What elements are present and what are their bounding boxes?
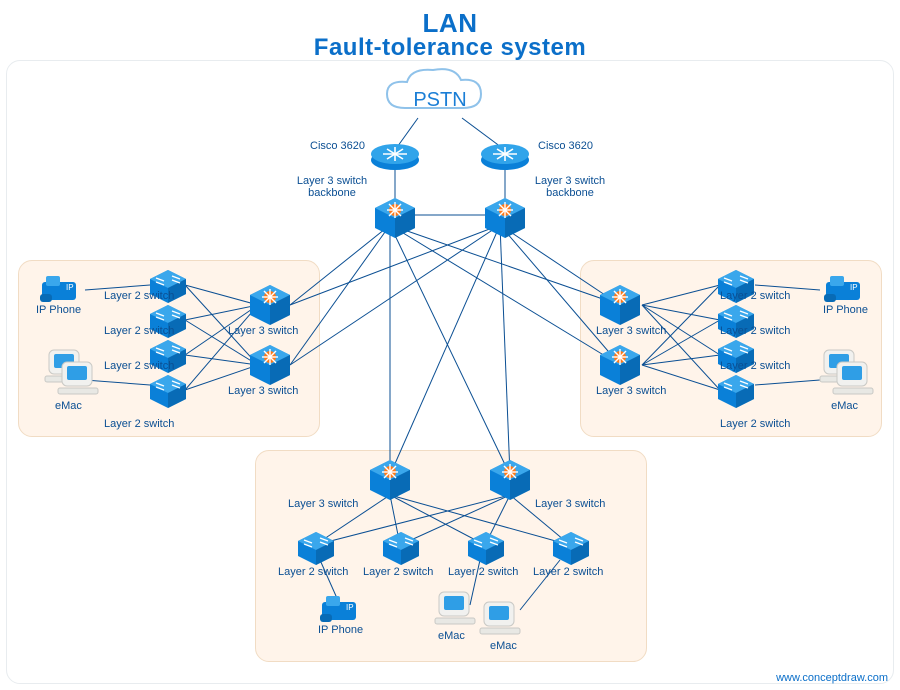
router-2-icon [481, 144, 529, 170]
bottom-l3-1-icon [370, 460, 410, 500]
router-2-label: Cisco 3620 [538, 140, 593, 152]
left-emac-label: eMac [55, 400, 82, 412]
bottom-l2-1-label: Layer 2 switch [278, 566, 348, 578]
bottom-l2-2-icon [383, 532, 419, 565]
router-1-label: Cisco 3620 [310, 140, 365, 152]
bottom-l2-2-label: Layer 2 switch [363, 566, 433, 578]
bottom-l2-3-icon [468, 532, 504, 565]
backbone-2-label: Layer 3 switchbackbone [530, 175, 610, 199]
right-l2-4-icon [718, 375, 754, 408]
bottom-emac2-icon [480, 602, 520, 634]
backbone-1-label: Layer 3 switchbackbone [292, 175, 372, 199]
network-svg: IP [0, 0, 900, 690]
left-l3-2-icon [250, 345, 290, 385]
right-emac-icon-2 [833, 362, 873, 394]
left-ipphone-icon [40, 276, 76, 302]
backbone-l3-2-icon [485, 198, 525, 238]
bottom-l2-3-label: Layer 2 switch [448, 566, 518, 578]
bottom-ipphone-label: IP Phone [318, 624, 363, 636]
right-l3-2-label: Layer 3 switch [596, 385, 666, 397]
left-l2-2-label: Layer 2 switch [104, 325, 174, 337]
right-emac-label: eMac [831, 400, 858, 412]
left-l2-4-label: Layer 2 switch [104, 418, 174, 430]
bottom-ipphone-icon [320, 596, 356, 622]
left-l3-2-label: Layer 3 switch [228, 385, 298, 397]
right-l2-2-label: Layer 2 switch [720, 325, 790, 337]
left-l3-1-icon [250, 285, 290, 325]
router-1-icon [371, 144, 419, 170]
right-l3-1-label: Layer 3 switch [596, 325, 666, 337]
left-l2-1-label: Layer 2 switch [104, 290, 174, 302]
bottom-emac1-icon [435, 592, 475, 624]
right-l2-4-label: Layer 2 switch [720, 418, 790, 430]
right-l2-1-label: Layer 2 switch [720, 290, 790, 302]
left-ipphone-label: IP Phone [36, 304, 81, 316]
left-emac-icon-2 [58, 362, 98, 394]
bottom-l2-4-label: Layer 2 switch [533, 566, 603, 578]
right-l3-1-icon [600, 285, 640, 325]
pstn-label: PSTN [413, 89, 466, 111]
bottom-emac2-label: eMac [490, 640, 517, 652]
bottom-l2-4-icon [553, 532, 589, 565]
left-l2-3-label: Layer 2 switch [104, 360, 174, 372]
right-l2-3-label: Layer 2 switch [720, 360, 790, 372]
bottom-l2-1-icon [298, 532, 334, 565]
bottom-l3-1-label: Layer 3 switch [288, 498, 358, 510]
left-l3-1-label: Layer 3 switch [228, 325, 298, 337]
bottom-emac1-label: eMac [438, 630, 465, 642]
bottom-l3-2-label: Layer 3 switch [535, 498, 605, 510]
bottom-l3-2-icon [490, 460, 530, 500]
right-ipphone-label: IP Phone [823, 304, 868, 316]
right-ipphone-icon [824, 276, 860, 302]
right-l3-2-icon [600, 345, 640, 385]
left-l2-4-icon [150, 375, 186, 408]
